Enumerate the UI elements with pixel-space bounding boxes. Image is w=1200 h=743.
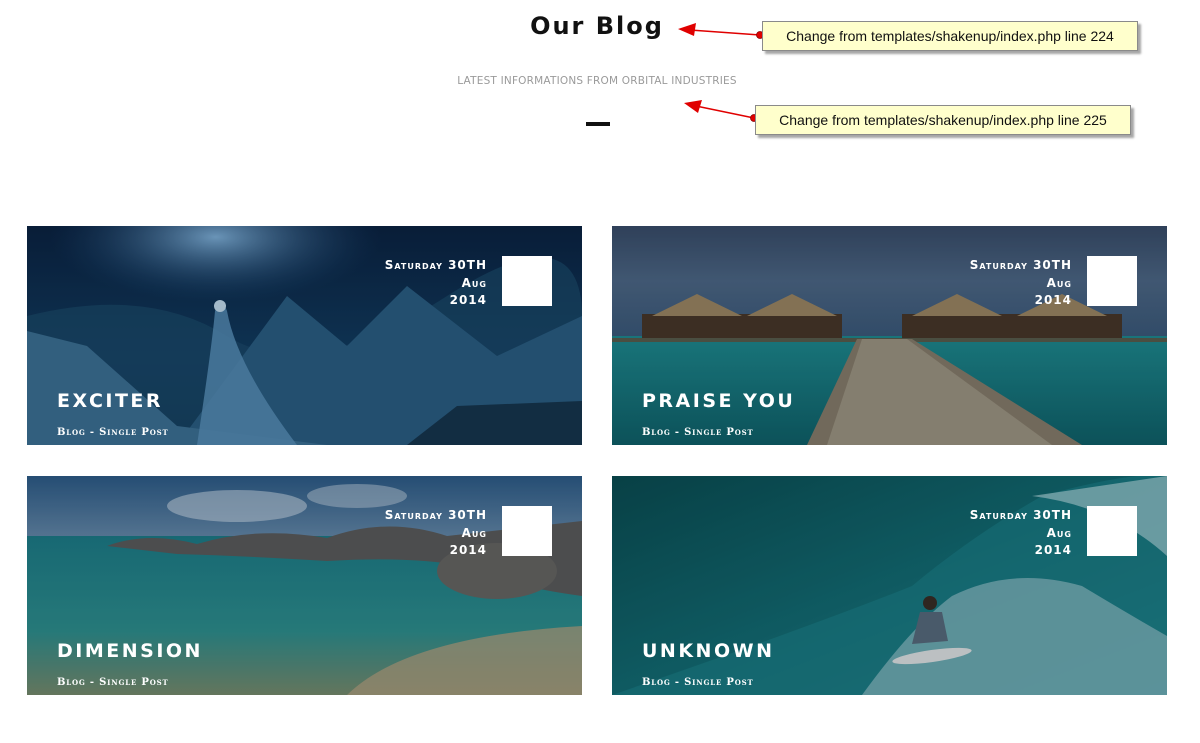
post-title[interactable]: UNKNOWN: [642, 640, 774, 662]
annotation-note-224: Change from templates/shakenup/index.php…: [762, 21, 1138, 51]
post-title[interactable]: PRAISE YOU: [642, 390, 795, 412]
post-category[interactable]: Blog - Single Post: [57, 427, 168, 438]
arrow-line-225: [695, 105, 755, 119]
post-date: Saturday 30TH Aug 2014: [970, 507, 1072, 560]
arrow-line-224: [689, 29, 761, 36]
post-date: Saturday 30TH Aug 2014: [385, 507, 487, 560]
card-shade: [27, 226, 582, 445]
annotation-note-225: Change from templates/shakenup/index.php…: [755, 105, 1131, 135]
post-date-month: Aug: [461, 525, 487, 540]
card-shade: [612, 226, 1167, 445]
post-thumbnail-placeholder: [1087, 506, 1137, 556]
post-date-month: Aug: [461, 275, 487, 290]
post-thumbnail-placeholder: [502, 506, 552, 556]
post-category[interactable]: Blog - Single Post: [57, 677, 168, 688]
card-shade: [612, 476, 1167, 695]
post-category[interactable]: Blog - Single Post: [642, 427, 753, 438]
post-date-day: Saturday 30TH: [969, 258, 1072, 272]
post-date-year: 2014: [1034, 543, 1072, 557]
post-date-year: 2014: [449, 543, 487, 557]
blog-card-dimension[interactable]: Saturday 30TH Aug 2014 DIMENSION Blog - …: [27, 476, 582, 695]
post-category[interactable]: Blog - Single Post: [642, 677, 753, 688]
post-date: Saturday 30TH Aug 2014: [385, 257, 487, 310]
post-date-day: Saturday 30TH: [384, 508, 487, 522]
post-thumbnail-placeholder: [502, 256, 552, 306]
post-date-day: Saturday 30TH: [384, 258, 487, 272]
arrow-head-224: [678, 23, 696, 36]
post-title[interactable]: DIMENSION: [57, 640, 203, 662]
blog-card-praise-you[interactable]: Saturday 30TH Aug 2014 PRAISE YOU Blog -…: [612, 226, 1167, 445]
arrow-head-225: [684, 100, 702, 113]
post-title[interactable]: EXCITER: [57, 390, 163, 412]
post-date-year: 2014: [449, 293, 487, 307]
post-date-month: Aug: [1046, 275, 1072, 290]
blog-card-unknown[interactable]: Saturday 30TH Aug 2014 UNKNOWN Blog - Si…: [612, 476, 1167, 695]
post-date: Saturday 30TH Aug 2014: [970, 257, 1072, 310]
blog-card-exciter[interactable]: Saturday 30TH Aug 2014 EXCITER Blog - Si…: [27, 226, 582, 445]
post-date-year: 2014: [1034, 293, 1072, 307]
card-shade: [27, 476, 582, 695]
post-date-month: Aug: [1046, 525, 1072, 540]
post-thumbnail-placeholder: [1087, 256, 1137, 306]
post-date-day: Saturday 30TH: [969, 508, 1072, 522]
